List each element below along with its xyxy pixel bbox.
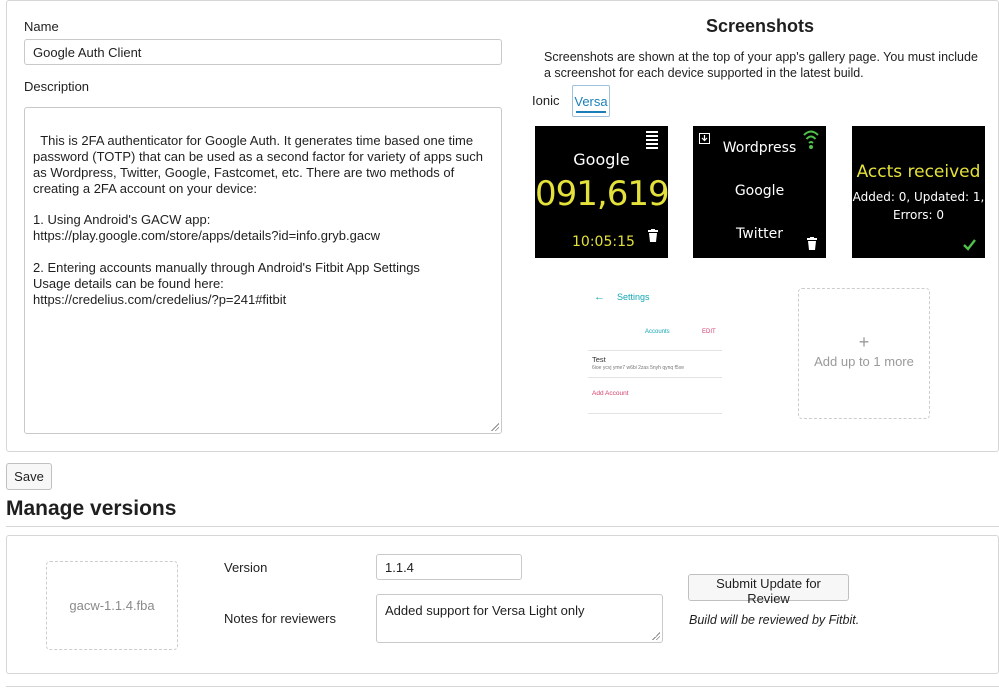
shot4-entry-secret: 6ioe ycvj yme7 w6bi 2zas 5nyh qynq f5xe — [592, 365, 684, 371]
screenshots-help-text: Screenshots are shown at the top of your… — [544, 50, 978, 80]
menu-icon — [646, 131, 658, 149]
shot1-account-name: Google — [573, 150, 630, 169]
shot3-line2: Errors: 0 — [893, 208, 944, 222]
description-textarea[interactable]: This is 2FA authenticator for Google Aut… — [24, 107, 502, 434]
tab-versa[interactable]: Versa — [572, 85, 610, 117]
add-screenshot-button[interactable]: + Add up to 1 more — [798, 288, 930, 419]
divider — [588, 377, 722, 378]
resize-handle-icon[interactable] — [652, 632, 660, 640]
tab-versa-label: Versa — [574, 94, 608, 109]
notes-label: Notes for reviewers — [224, 611, 336, 626]
manage-versions-title: Manage versions — [6, 497, 177, 520]
shot3-title: Accts received — [856, 162, 981, 182]
shot4-add-account: Add Account — [592, 390, 629, 397]
tab-ionic[interactable]: Ionic — [532, 93, 559, 108]
notes-text: Added support for Versa Light only — [385, 603, 585, 618]
shot1-totp-code: 091,619 — [535, 174, 668, 214]
back-arrow-icon: ← — [594, 291, 605, 303]
shot2-item-wordpress: Wordpress — [722, 140, 797, 156]
shot4-header: Settings — [617, 292, 650, 302]
next-panel-edge — [6, 686, 999, 687]
screenshot-4[interactable]: ← Settings Accounts EDIT Test 6ioe ycvj … — [588, 280, 722, 416]
screenshot-2[interactable]: Wordpress Google Twitter — [693, 126, 826, 258]
version-input[interactable] — [376, 554, 522, 580]
screenshots-title: Screenshots — [706, 16, 815, 36]
shot1-time: 10:05:15 — [572, 234, 635, 250]
submit-for-review-button[interactable]: Submit Update for Review — [688, 574, 849, 606]
name-input[interactable] — [24, 39, 502, 65]
shot4-entry-name: Test — [592, 355, 606, 364]
notes-textarea[interactable]: Added support for Versa Light only — [376, 594, 663, 643]
version-label: Version — [224, 560, 268, 575]
add-more-label: Add up to 1 more — [814, 354, 914, 369]
check-icon — [963, 239, 976, 251]
shot3-line1: Added: 0, Updated: 1, — [852, 190, 985, 204]
shot4-tab-edit: EDIT — [702, 329, 716, 335]
resize-handle-icon[interactable] — [491, 423, 499, 431]
shot2-item-google: Google — [734, 183, 785, 199]
build-file-dropzone[interactable]: gacw-1.1.4.fba — [46, 561, 178, 650]
section-divider — [6, 526, 999, 527]
review-note: Build will be reviewed by Fitbit. — [689, 613, 860, 627]
screenshot-3[interactable]: Accts received Added: 0, Updated: 1, Err… — [852, 126, 985, 258]
divider — [588, 413, 722, 414]
save-button[interactable]: Save — [6, 463, 52, 490]
plus-icon: + — [858, 332, 870, 352]
trash-icon — [648, 229, 658, 242]
screenshot-1[interactable]: Google 091,619 10:05:15 — [535, 126, 668, 258]
tab-active-indicator — [576, 111, 606, 113]
description-text: This is 2FA authenticator for Google Aut… — [33, 132, 483, 307]
trash-icon — [807, 237, 817, 250]
divider — [588, 350, 722, 351]
shot4-tab-accounts: Accounts — [645, 329, 670, 335]
description-label: Description — [24, 79, 90, 94]
name-label: Name — [24, 19, 59, 34]
